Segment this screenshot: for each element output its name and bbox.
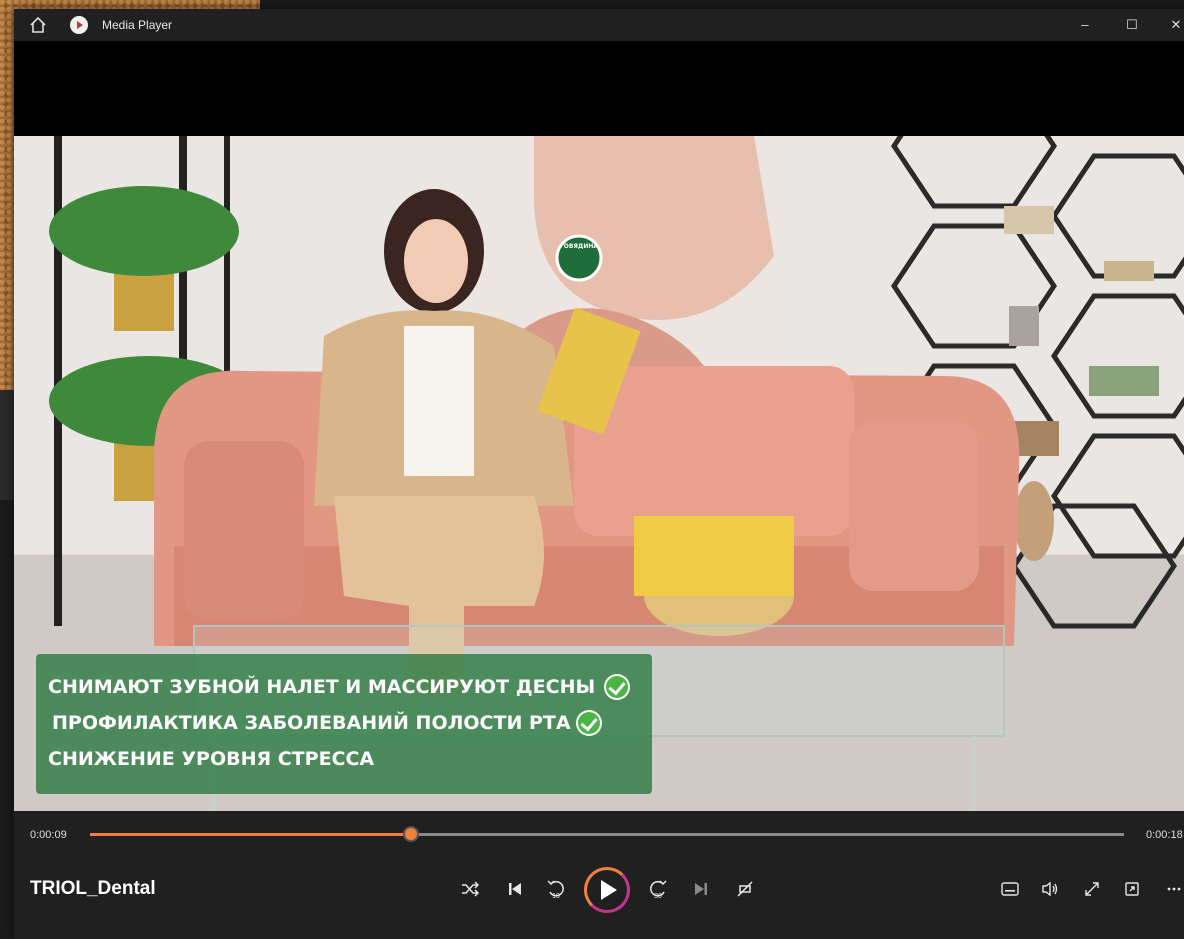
skip-back-label: 10 — [552, 893, 560, 900]
subtitles-icon[interactable] — [996, 875, 1024, 903]
previous-icon[interactable] — [501, 875, 529, 903]
maximize-icon[interactable]: ☐ — [1122, 15, 1142, 35]
current-time: 0:00:09 — [30, 829, 67, 841]
next-icon[interactable] — [687, 875, 715, 903]
shuffle-icon[interactable] — [456, 875, 484, 903]
seek-thumb[interactable] — [402, 826, 419, 842]
video-frame: ГОВЯДИНА СНИМАЮТ ЗУБНОЙ НАЛЕТ И МАССИРУЮ… — [14, 136, 1184, 811]
subtitle-overlay: СНИМАЮТ ЗУБНОЙ НАЛЕТ И МАССИРУЮТ ДЕСНЫ П… — [36, 654, 652, 794]
subtitle-line-2: ПРОФИЛАКТИКА ЗАБОЛЕВАНИЙ ПОЛОСТИ РТА — [52, 712, 571, 734]
check-icon — [604, 674, 630, 700]
play-icon[interactable] — [584, 867, 630, 913]
home-icon[interactable] — [28, 15, 48, 35]
check-icon — [576, 710, 602, 736]
miniplayer-icon[interactable] — [1118, 875, 1146, 903]
subtitle-line-3: СНИЖЕНИЕ УРОВНЯ СТРЕССА — [48, 748, 375, 770]
seek-bar[interactable] — [90, 826, 1124, 842]
minimize-icon[interactable]: – — [1075, 15, 1095, 35]
repeat-icon[interactable] — [731, 875, 759, 903]
skip-forward-icon[interactable]: 30 — [644, 875, 672, 903]
media-title: TRIOL_Dental — [30, 878, 156, 899]
video-area[interactable]: ГОВЯДИНА СНИМАЮТ ЗУБНОЙ НАЛЕТ И МАССИРУЮ… — [14, 41, 1184, 811]
title-bar: Media Player – ☐ ✕ — [14, 9, 1184, 41]
seek-progress — [90, 833, 411, 836]
total-time: 0:00:18 — [1146, 829, 1183, 841]
media-player-window: Media Player – ☐ ✕ ГОВЯДИНА СНИМАЮТ ЗУБН… — [14, 9, 1184, 939]
volume-icon[interactable] — [1036, 875, 1064, 903]
badge-label: ГОВЯДИНА — [560, 243, 599, 250]
close-icon[interactable]: ✕ — [1166, 15, 1184, 35]
media-player-app-icon — [70, 16, 88, 34]
window-title: Media Player — [102, 18, 173, 32]
skip-back-icon[interactable]: 10 — [542, 875, 570, 903]
skip-forward-label: 30 — [654, 893, 662, 900]
subtitle-line-1: СНИМАЮТ ЗУБНОЙ НАЛЕТ И МАССИРУЮТ ДЕСНЫ — [48, 676, 596, 698]
more-icon[interactable] — [1160, 875, 1184, 903]
playback-controls: 0:00:09 0:00:18 TRIOL_Dental 10 30 — [14, 811, 1184, 939]
fullscreen-icon[interactable] — [1078, 875, 1106, 903]
